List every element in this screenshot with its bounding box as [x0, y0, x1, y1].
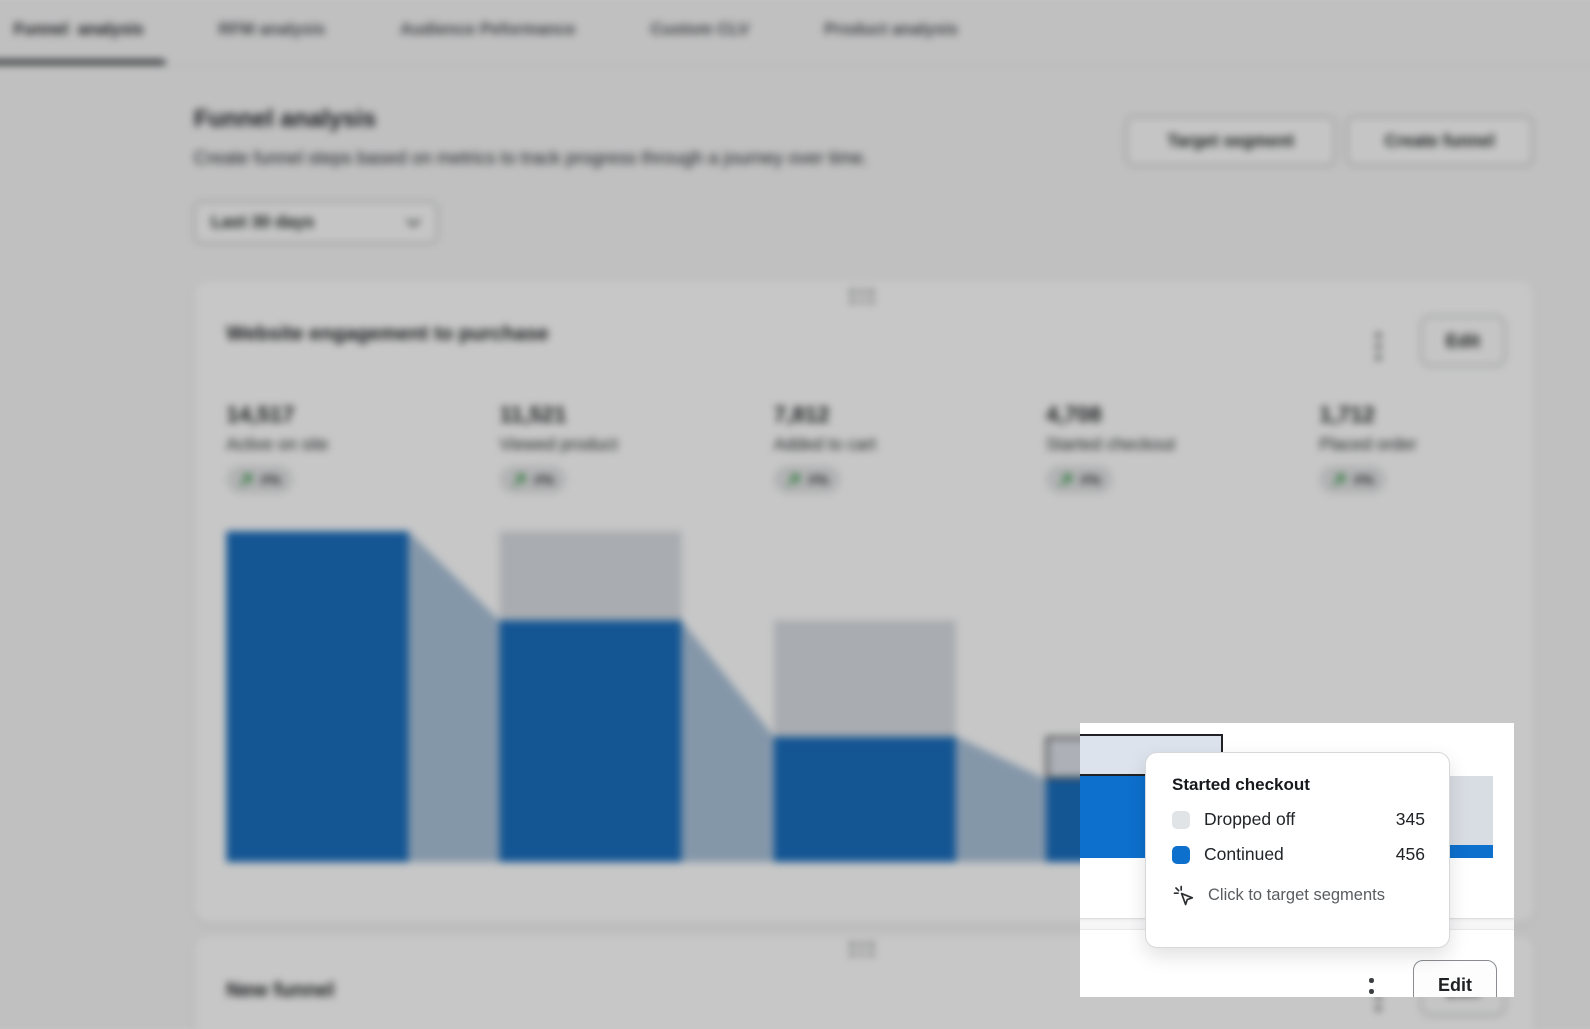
funnel-step-stat: 4,708 Started checkout #% — [1046, 402, 1307, 494]
trend-up-icon — [1058, 471, 1074, 487]
trend-badge: #% — [499, 465, 566, 493]
step-label: Viewed product — [499, 435, 760, 455]
funnel-step-stat: 7,812 Added to cart #% — [774, 402, 1035, 494]
funnel-bar-3 — [774, 621, 956, 863]
tab-audience-performance[interactable]: Audience Peformance — [378, 0, 598, 65]
funnel-step-stat: 11,521 Viewed product #% — [499, 402, 760, 494]
date-range-value: Last 30 days — [211, 212, 314, 232]
cursor-click-icon — [1172, 884, 1195, 907]
trend-badge: #% — [226, 465, 293, 493]
funnel-connector — [956, 531, 1046, 862]
create-funnel-button[interactable]: Create funnel — [1347, 116, 1533, 166]
funnel-step-stat: 1,712 Placed order #% — [1319, 402, 1580, 494]
funnel-card-title: Website engagement to purchase — [226, 323, 548, 346]
continued-swatch — [1172, 846, 1190, 864]
dropped-off-segment[interactable] — [499, 531, 681, 620]
funnel-connector — [682, 531, 774, 862]
trend-badge-text: #% — [261, 471, 281, 487]
tooltip-row-label: Continued — [1204, 844, 1382, 865]
trend-up-icon — [238, 471, 254, 487]
tooltip-row-value: 456 — [1396, 844, 1425, 865]
trend-badge: #% — [1046, 465, 1113, 493]
edit-funnel-button[interactable]: Edit — [1420, 316, 1505, 367]
trend-badge-text: #% — [534, 471, 554, 487]
tooltip-row-value: 345 — [1396, 809, 1425, 830]
continued-segment[interactable] — [499, 621, 681, 863]
tab-bar: Funnel analysis RFM analysis Audience Pe… — [0, 0, 1590, 66]
step-value: 7,812 — [774, 402, 1035, 428]
continued-segment[interactable] — [774, 736, 956, 862]
funnel-bar-2 — [499, 531, 681, 862]
funnel-stats-row: 14,517 Active on site #% 11,521 Viewed produ… — [194, 402, 1535, 513]
step-label: Active on site — [226, 435, 487, 455]
new-funnel-card-title: New funnel — [226, 980, 334, 1003]
dropped-off-swatch — [1172, 811, 1190, 829]
trend-up-icon — [1331, 471, 1347, 487]
drag-handle-icon[interactable] — [850, 942, 874, 956]
trend-badge: #% — [774, 465, 841, 493]
funnel-tooltip: Started checkout Dropped off 345 Continu… — [1145, 752, 1450, 948]
continued-segment[interactable] — [226, 531, 408, 862]
step-label: Started checkout — [1046, 435, 1307, 455]
trend-up-icon — [512, 471, 528, 487]
funnel-step-stat: 14,517 Active on site #% — [226, 402, 487, 494]
page-title: Funnel analysis — [194, 105, 376, 133]
dropped-off-segment[interactable] — [774, 621, 956, 737]
screen: Funnel analysis RFM analysis Audience Pe… — [0, 0, 1590, 1029]
tab-product-analysis[interactable]: Product analysis — [802, 0, 980, 65]
trend-badge-text: #% — [808, 471, 828, 487]
step-value: 11,521 — [499, 402, 760, 428]
tooltip-footer-text: Click to target segments — [1208, 886, 1385, 905]
kebab-menu-icon[interactable] — [1372, 329, 1385, 364]
tab-rfm-analysis[interactable]: RFM analysis — [196, 0, 347, 65]
step-value: 1,712 — [1319, 402, 1580, 428]
trend-badge-text: #% — [1080, 471, 1100, 487]
trend-up-icon — [786, 471, 802, 487]
funnel-bar-1 — [226, 531, 408, 862]
tooltip-footer: Click to target segments — [1172, 884, 1425, 907]
date-range-select[interactable]: Last 30 days — [194, 201, 438, 244]
funnel-connector — [408, 531, 499, 862]
tooltip-row-dropped: Dropped off 345 — [1172, 809, 1425, 830]
tab-funnel-analysis[interactable]: Funnel analysis — [0, 0, 166, 65]
step-label: Placed order — [1319, 435, 1580, 455]
trend-badge-text: #% — [1354, 471, 1374, 487]
step-label: Added to cart — [774, 435, 1035, 455]
tooltip-row-continued: Continued 456 — [1172, 844, 1425, 865]
step-value: 14,517 — [226, 402, 487, 428]
tab-custom-clv[interactable]: Custom CLV — [628, 0, 771, 65]
tooltip-title: Started checkout — [1172, 775, 1425, 795]
trend-badge: #% — [1319, 465, 1386, 493]
drag-handle-icon[interactable] — [850, 289, 874, 303]
tooltip-row-label: Dropped off — [1204, 809, 1382, 830]
step-value: 4,708 — [1046, 402, 1307, 428]
chevron-down-icon — [406, 218, 420, 227]
page-subtitle: Create funnel steps based on metrics to … — [194, 148, 868, 169]
target-segment-button[interactable]: Target segment — [1126, 116, 1335, 166]
